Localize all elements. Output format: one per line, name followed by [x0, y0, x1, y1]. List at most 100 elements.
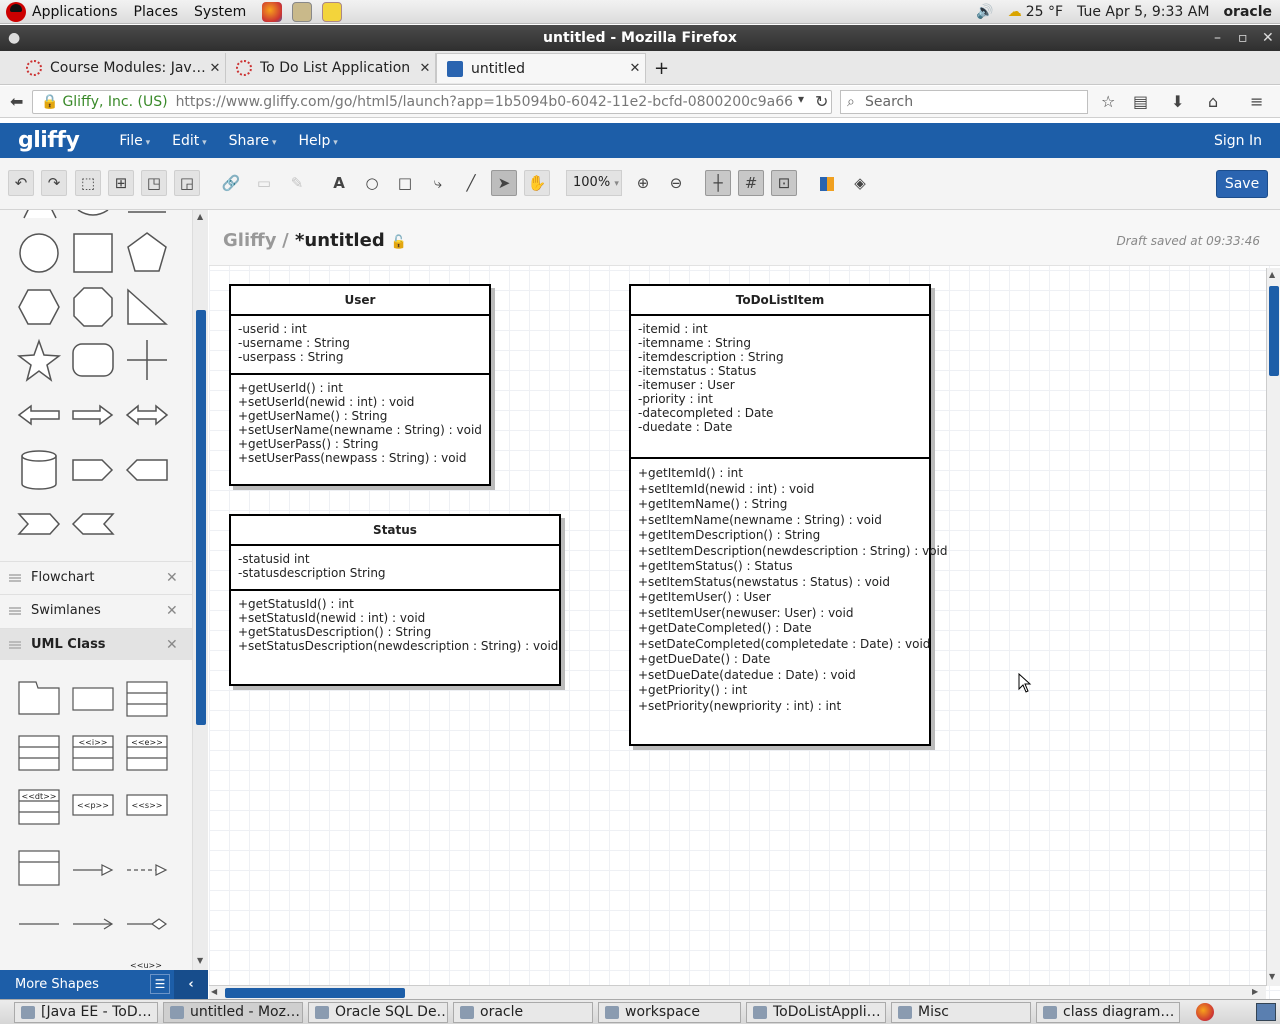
page-bounds-icon[interactable]: ⊡	[771, 170, 797, 196]
pan-tool-icon[interactable]: ✋	[524, 170, 550, 196]
ungroup-icon[interactable]: ⊞	[108, 170, 134, 196]
save-button[interactable]: Save	[1216, 170, 1268, 198]
tab-course-modules[interactable]: Course Modules: Jav… ✕	[16, 53, 226, 83]
scroll-down-icon[interactable]: ▼	[1269, 972, 1275, 981]
zoom-select[interactable]: 100% ▾	[566, 170, 622, 196]
share-menu[interactable]: Share	[229, 133, 277, 149]
right-triangle-shape[interactable]	[127, 288, 168, 325]
library-manager-icon[interactable]: ☰	[150, 974, 170, 994]
star-shape[interactable]	[16, 338, 62, 382]
hamburger-menu-icon[interactable]: ≡	[1250, 92, 1263, 111]
right-arrow-shape[interactable]	[72, 404, 114, 426]
bookmark-star-icon[interactable]: ☆	[1101, 92, 1115, 111]
uml-frame-shape[interactable]	[18, 850, 60, 886]
task-firefox[interactable]: untitled - Moz…	[163, 1002, 303, 1023]
scrollbar-thumb[interactable]	[225, 988, 405, 998]
uml-signal-shape[interactable]: <<s>>	[126, 794, 168, 816]
notes-launcher-icon[interactable]	[322, 1, 343, 22]
group-icon[interactable]: ⬚	[75, 170, 101, 196]
uml-class-shape[interactable]	[126, 681, 168, 717]
line-tool-icon[interactable]: ╱	[458, 170, 484, 196]
downloads-icon[interactable]: ⬇	[1171, 92, 1184, 111]
trapezoid-shape[interactable]	[23, 210, 57, 219]
snap-icon[interactable]: ┼	[705, 170, 731, 196]
more-shapes-button[interactable]: More Shapes	[15, 970, 99, 999]
drag-handle-icon[interactable]	[9, 641, 21, 649]
task-misc-folder[interactable]: Misc	[891, 1002, 1031, 1023]
circle-shape[interactable]	[19, 233, 59, 273]
system-menu[interactable]: System	[194, 4, 246, 20]
uml-class-attrs-shape[interactable]	[18, 735, 60, 771]
octagon-shape[interactable]	[73, 287, 113, 327]
uml-class-user[interactable]: User -userid : int -username : String -use…	[229, 284, 491, 486]
zoom-in-icon[interactable]: ⊕	[630, 170, 656, 196]
breadcrumb-gliffy[interactable]: Gliffy	[223, 230, 276, 251]
reload-icon[interactable]: ↻	[815, 92, 828, 111]
applications-menu[interactable]: Applications	[32, 4, 118, 20]
ellipse-shape[interactable]	[77, 210, 109, 216]
library-uml-class[interactable]: UML Class ✕	[0, 628, 192, 660]
reading-list-icon[interactable]: ▤	[1133, 92, 1148, 111]
reverse-chevron-shape[interactable]	[71, 513, 115, 535]
task-java-ee[interactable]: [Java EE - ToD…	[14, 1002, 158, 1023]
left-arrow-shape[interactable]	[17, 404, 60, 426]
canvas-vertical-scrollbar[interactable]: ▲ ▼	[1266, 268, 1280, 986]
pentagon-shape[interactable]	[127, 232, 167, 272]
layers-icon[interactable]: ◈	[847, 170, 873, 196]
tab-todo-app[interactable]: To Do List Application ✕	[226, 53, 436, 83]
canvas-horizontal-scrollbar[interactable]: ◀ ▶	[209, 985, 1266, 999]
uml-directed-association-shape[interactable]	[73, 918, 114, 930]
task-class-diagram[interactable]: class diagram…	[1036, 1002, 1180, 1023]
tab-close-icon[interactable]: ✕	[415, 61, 435, 76]
volume-icon[interactable]: 🔊	[976, 4, 993, 20]
uml-realization-shape[interactable]	[127, 864, 168, 876]
back-icon[interactable]: ⬅	[10, 92, 23, 111]
scroll-down-icon[interactable]: ▼	[197, 956, 203, 965]
square-shape[interactable]	[73, 233, 113, 273]
uml-package-shape[interactable]	[18, 681, 60, 715]
theme-icon[interactable]	[814, 170, 840, 196]
tab-untitled[interactable]: untitled ✕	[436, 53, 646, 83]
tab-close-icon[interactable]: ✕	[625, 61, 645, 76]
pointer-tool-icon[interactable]: ➤	[491, 170, 517, 196]
scroll-up-icon[interactable]: ▲	[1269, 270, 1275, 279]
close-library-icon[interactable]: ✕	[166, 562, 178, 594]
drag-handle-icon[interactable]	[9, 574, 21, 582]
zoom-out-icon[interactable]: ⊖	[663, 170, 689, 196]
user-menu[interactable]: oracle	[1223, 4, 1272, 20]
help-menu[interactable]: Help	[298, 133, 337, 149]
redhat-logo-icon[interactable]	[6, 1, 26, 22]
uml-class-todolistitem[interactable]: ToDoListItem -itemid : int -itemname : St…	[629, 284, 948, 746]
maximize-icon[interactable]: ▫	[1238, 25, 1248, 51]
close-window-icon[interactable]: ✕	[1262, 25, 1274, 51]
places-menu[interactable]: Places	[134, 4, 179, 20]
shape-panel-scrollbar[interactable]: ▲ ▼	[192, 210, 208, 970]
uml-enum-shape[interactable]: <<e>>	[126, 735, 168, 771]
bring-front-icon[interactable]: ◳	[141, 170, 167, 196]
grid-icon[interactable]: #	[738, 170, 764, 196]
mail-launcher-icon[interactable]	[292, 1, 313, 22]
uml-interface-shape[interactable]: <<i>>	[72, 735, 114, 771]
connector-tool-icon[interactable]: ⤷	[425, 170, 451, 196]
task-workspace-folder[interactable]: workspace	[598, 1002, 741, 1023]
link-icon[interactable]: 🔗	[218, 170, 244, 196]
uml-usage-shape[interactable]: <<u>>	[127, 961, 166, 970]
library-flowchart[interactable]: Flowchart ✕	[0, 561, 192, 593]
uml-object-shape[interactable]	[72, 687, 114, 711]
pentagon-tag-shape[interactable]	[72, 459, 114, 481]
uml-datatype-shape[interactable]: <<dt>>	[18, 789, 60, 825]
lock-icon[interactable]: 🔓	[390, 235, 406, 250]
uml-generalization-shape[interactable]	[73, 864, 114, 876]
redo-icon[interactable]: ↷	[41, 170, 67, 196]
left-tag-shape[interactable]	[125, 459, 168, 481]
task-oracle-folder[interactable]: oracle	[453, 1002, 593, 1023]
uml-class-status[interactable]: Status -statusid int -statusdescription S…	[229, 514, 561, 686]
send-back-icon[interactable]: ◲	[174, 170, 200, 196]
task-sql-developer[interactable]: Oracle SQL De…	[308, 1002, 448, 1023]
url-dropdown-icon[interactable]: ▾	[798, 92, 804, 106]
edit-menu[interactable]: Edit	[172, 133, 207, 149]
scroll-up-icon[interactable]: ▲	[197, 212, 203, 221]
task-todolistapp-folder[interactable]: ToDoListAppli…	[746, 1002, 886, 1023]
comment-icon[interactable]: ▭	[251, 170, 277, 196]
minimize-icon[interactable]: –	[1214, 25, 1221, 51]
